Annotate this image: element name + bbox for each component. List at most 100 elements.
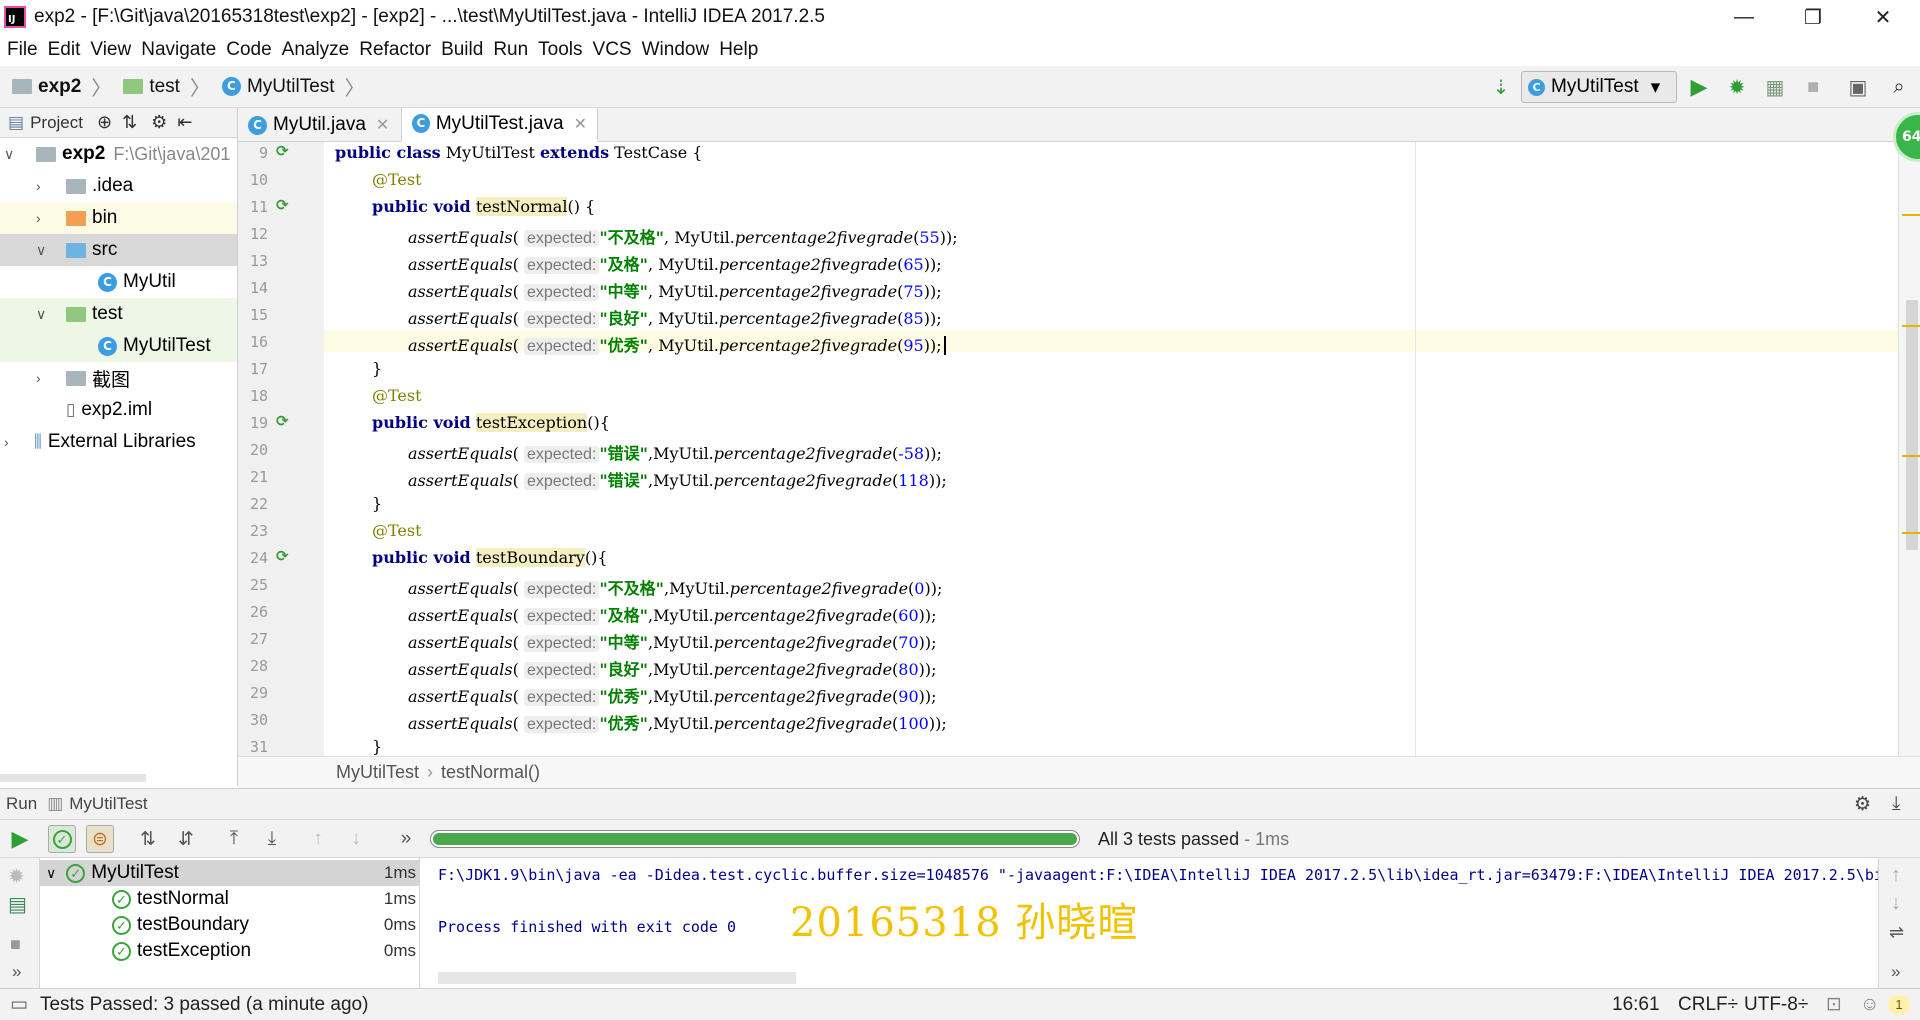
code-line-assert[interactable]: assertEquals( expected: "不及格", MyUtil.per… xyxy=(408,224,958,248)
code-line-method-decl[interactable]: public void testNormal() { xyxy=(372,197,595,216)
code-line-assert[interactable]: assertEquals( expected: "及格", MyUtil.perc… xyxy=(408,251,942,275)
stop-icon[interactable]: ■ xyxy=(10,934,21,955)
breadcrumb-folder[interactable]: test 〉 xyxy=(123,72,210,101)
breadcrumb-class[interactable]: MyUtilTest xyxy=(336,762,419,783)
inspector-icon[interactable]: ☺ xyxy=(1860,994,1879,1016)
warning-mark[interactable] xyxy=(1902,455,1920,457)
debug-icon[interactable]: ✹ xyxy=(8,864,25,889)
project-structure-icon[interactable]: ▣ xyxy=(1843,73,1873,101)
tree-node-myutil[interactable]: C MyUtil xyxy=(0,266,237,298)
code-line-class-decl[interactable]: public class MyUtilTest extends TestCase… xyxy=(335,143,702,162)
menu-edit[interactable]: Edit xyxy=(48,39,81,61)
more-actions-icon[interactable]: » xyxy=(1891,962,1900,982)
code-line-annotation[interactable]: @Test xyxy=(372,170,422,189)
code-line-assert[interactable]: assertEquals( expected: "错误",MyUtil.perce… xyxy=(408,467,947,491)
menu-navigate[interactable]: Navigate xyxy=(141,39,216,61)
gear-icon[interactable]: ⚙ xyxy=(151,112,167,133)
build-icon[interactable]: ⇣ xyxy=(1486,73,1516,101)
tool-windows-icon[interactable]: ▭ xyxy=(10,993,28,1016)
breadcrumb-file[interactable]: C MyUtilTest 〉 xyxy=(221,72,365,101)
menu-tools[interactable]: Tools xyxy=(538,39,582,61)
sort-alpha-icon[interactable]: ⇅ xyxy=(134,825,162,853)
menu-file[interactable]: File xyxy=(7,39,38,61)
run-icon[interactable]: ▶ xyxy=(1684,73,1714,101)
code-line-close[interactable]: } xyxy=(372,494,382,513)
locate-icon[interactable]: ⊕ xyxy=(97,112,112,133)
run-test-gutter-icon[interactable]: ⟳ xyxy=(276,142,298,160)
run-configuration-select[interactable]: C MyUtilTest ▾ xyxy=(1521,71,1677,103)
code-line-assert[interactable]: assertEquals( expected: "不及格",MyUtil.perc… xyxy=(408,575,942,599)
gear-icon[interactable]: ⚙ xyxy=(1854,793,1871,816)
warning-mark[interactable] xyxy=(1902,325,1920,327)
code-line-assert[interactable]: assertEquals( expected: "及格",MyUtil.perce… xyxy=(408,602,937,626)
scroll-up-icon[interactable]: ↑ xyxy=(1891,864,1901,887)
tree-node-bin[interactable]: › bin xyxy=(0,202,237,234)
code-line-assert[interactable]: assertEquals( expected: "良好",MyUtil.perce… xyxy=(408,656,937,680)
coverage-icon[interactable]: ▤ xyxy=(8,892,27,917)
code-line-method-decl[interactable]: public void testException(){ xyxy=(372,413,610,432)
collapse-all-icon[interactable]: ⤓ xyxy=(258,825,286,853)
warning-mark[interactable] xyxy=(1902,532,1920,534)
chevron-right-icon[interactable]: › xyxy=(4,434,9,450)
sort-duration-icon[interactable]: ⇵ xyxy=(172,825,200,853)
tree-node-test[interactable]: ∨ test xyxy=(0,298,237,330)
line-separator[interactable]: CRLF÷ xyxy=(1678,994,1738,1016)
breadcrumb-project[interactable]: exp2 〉 xyxy=(12,72,111,101)
warning-mark[interactable] xyxy=(1902,214,1920,216)
tree-node-src[interactable]: ∨ src xyxy=(0,234,237,266)
chevron-right-icon[interactable]: › xyxy=(36,178,41,194)
code-line-assert[interactable]: assertEquals( expected: "良好", MyUtil.perc… xyxy=(408,305,942,329)
show-ignored-icon[interactable]: ⊜ xyxy=(86,825,114,853)
menu-vcs[interactable]: VCS xyxy=(593,39,632,61)
console-scrollbar[interactable] xyxy=(438,972,796,984)
code-line-annotation[interactable]: @Test xyxy=(372,521,422,540)
project-tree-scrollbar[interactable] xyxy=(0,774,146,782)
chevron-down-icon[interactable]: ∨ xyxy=(46,865,56,882)
code-line-assert[interactable]: assertEquals( expected: "优秀",MyUtil.perce… xyxy=(408,683,937,707)
menu-window[interactable]: Window xyxy=(642,39,710,61)
scroll-down-icon[interactable]: ↓ xyxy=(1891,892,1901,915)
menu-build[interactable]: Build xyxy=(441,39,483,61)
chevron-down-icon[interactable]: ∨ xyxy=(4,146,14,163)
breadcrumb-method[interactable]: testNormal() xyxy=(441,762,540,783)
coverage-icon[interactable]: ▦ xyxy=(1760,73,1790,101)
code-line-close[interactable]: } xyxy=(372,359,382,378)
hide-panel-icon[interactable]: ⇤ xyxy=(177,112,192,133)
code-line-assert[interactable]: assertEquals( expected: "优秀",MyUtil.perce… xyxy=(408,710,947,734)
code-line-close[interactable]: } xyxy=(372,737,382,756)
chevron-down-icon[interactable]: ∨ xyxy=(36,306,46,323)
close-icon[interactable]: ✕ xyxy=(574,114,587,134)
tree-node-exp2[interactable]: ∨ exp2 F:\Git\java\201 xyxy=(0,138,237,170)
run-tab-label[interactable]: MyUtilTest xyxy=(69,794,147,814)
menu-refactor[interactable]: Refactor xyxy=(359,39,431,61)
code-line-assert[interactable]: assertEquals( expected: "中等",MyUtil.perce… xyxy=(408,629,937,653)
menu-view[interactable]: View xyxy=(90,39,131,61)
menu-code[interactable]: Code xyxy=(226,39,271,61)
tree-node-exp2-iml[interactable]: ▯ exp2.iml xyxy=(0,394,237,426)
code-line-assert[interactable]: assertEquals( expected: "错误",MyUtil.perce… xyxy=(408,440,942,464)
tab-myutil[interactable]: C MyUtil.java ✕ xyxy=(238,108,402,142)
event-log-badge[interactable]: 1 xyxy=(1888,995,1910,1015)
hide-panel-icon[interactable]: ⤓ xyxy=(1892,793,1900,815)
debug-icon[interactable]: ✹ xyxy=(1722,73,1752,101)
code-line-assert[interactable]: assertEquals( expected: "中等", MyUtil.perc… xyxy=(408,278,942,302)
status-message[interactable]: Tests Passed: 3 passed (a minute ago) xyxy=(40,994,368,1016)
run-test-gutter-icon[interactable]: ⟳ xyxy=(276,412,298,430)
test-suite-row[interactable]: ∨ ✓ MyUtilTest 1ms xyxy=(40,860,420,886)
lock-icon[interactable]: ⊡ xyxy=(1826,993,1842,1016)
tree-node-screenshots[interactable]: › 截图 xyxy=(0,362,237,394)
next-test-icon[interactable]: ↓ xyxy=(342,825,370,853)
menu-help[interactable]: Help xyxy=(719,39,758,61)
code-line-method-decl[interactable]: public void testBoundary(){ xyxy=(372,548,608,567)
close-button[interactable]: ✕ xyxy=(1854,0,1912,34)
expand-all-icon[interactable]: ⤒ xyxy=(220,825,248,853)
menu-run[interactable]: Run xyxy=(493,39,528,61)
console-output[interactable]: F:\JDK1.9\bin\java -ea -Didea.test.cycli… xyxy=(420,858,1878,988)
restore-button[interactable]: ❐ xyxy=(1784,0,1842,34)
run-test-gutter-icon[interactable]: ⟳ xyxy=(276,547,298,565)
previous-test-icon[interactable]: ↑ xyxy=(304,825,332,853)
tree-node-myutiltest[interactable]: C MyUtilTest xyxy=(0,330,237,362)
collapse-icon[interactable]: ⇅ xyxy=(122,112,137,133)
search-icon[interactable]: ⌕ xyxy=(1884,73,1914,101)
test-row[interactable]: ✓ testBoundary 0ms xyxy=(40,912,420,938)
